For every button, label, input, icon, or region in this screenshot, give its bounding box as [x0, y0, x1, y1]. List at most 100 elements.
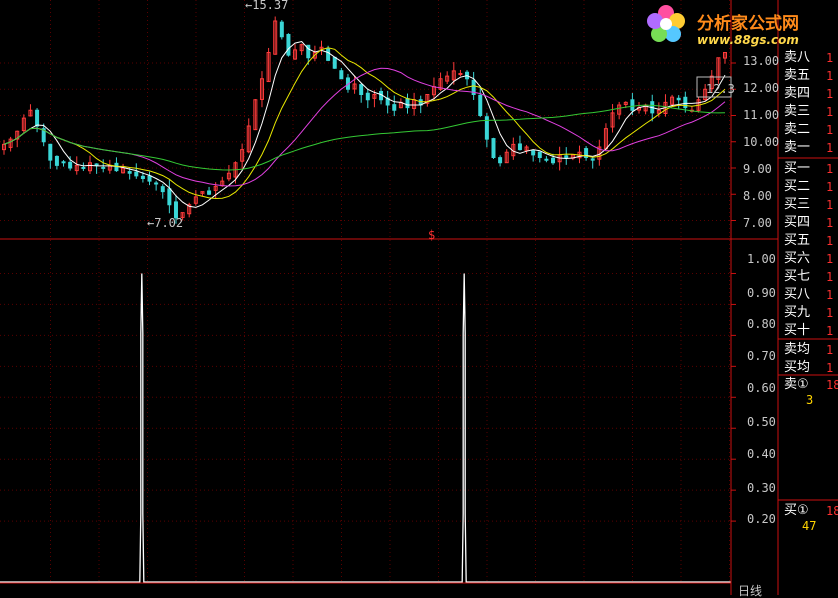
buy-level-6-label: 买六 [784, 251, 811, 266]
buy-level-9-value: 1 [826, 306, 834, 320]
y-tick-ind-080: 0.80 [747, 317, 776, 331]
y-tick-ind-030: 0.30 [747, 481, 776, 495]
candle-body [544, 158, 549, 161]
sell-level-3-label: 卖三 [784, 104, 811, 119]
y-tick-main-12: 12.00 [743, 81, 780, 95]
candle-body [537, 151, 542, 158]
period-label: 日线 [738, 584, 763, 598]
y-tick-ind-070: 0.70 [747, 349, 776, 363]
candle-body [48, 143, 53, 161]
candle-body [478, 94, 483, 116]
candle-body [207, 190, 212, 195]
moving-average-yellow-line [3, 47, 726, 200]
indicator-panel-grid [0, 240, 731, 583]
low-price-marker: ←7.02 [147, 216, 184, 230]
candle-body [405, 98, 410, 109]
indicator-signal-line [0, 273, 731, 583]
sell-level-4-label: 卖四 [784, 86, 811, 101]
candle-body [61, 161, 66, 164]
candle-body [140, 175, 145, 179]
candle-body [94, 163, 99, 166]
sell-level-3-value: 1 [826, 105, 834, 119]
y-tick-ind-040: 0.40 [747, 447, 776, 461]
moving-average-lines [3, 40, 726, 208]
candle-body [154, 182, 159, 185]
logo-url-text: www.88gs.com [697, 33, 799, 47]
y-tick-main-13: 13.00 [743, 54, 780, 68]
candle-body [101, 166, 106, 169]
y-tick-ind-060: 0.60 [747, 381, 776, 395]
candle-body [160, 186, 165, 193]
buy-level-1-value: 1 [826, 162, 834, 176]
candle-body [68, 161, 73, 169]
candlestick-series [2, 16, 727, 224]
candle-body [134, 171, 139, 177]
sell-level-8-value: 1 [826, 51, 834, 65]
buy-level-7-value: 1 [826, 270, 834, 284]
buy-level-7-label: 买七 [784, 269, 811, 284]
candle-body [81, 166, 86, 169]
buy-level-2-label: 买二 [784, 179, 811, 194]
y-tick-ind-100: 1.00 [747, 252, 776, 266]
high-price-marker: ←15.37 [245, 0, 289, 12]
buy-level-3-label: 买三 [784, 197, 811, 212]
buy-level-4-label: 买四 [784, 215, 811, 230]
low-price-value: 7.02 [154, 216, 184, 230]
y-tick-main-8: 8.00 [743, 189, 772, 203]
buy-level-3-value: 1 [826, 198, 834, 212]
buy-level-10-value: 1 [826, 324, 834, 338]
sell-total-sub: 3 [806, 393, 814, 407]
sell-total-label: 卖① [784, 377, 809, 392]
indicator-spike-line [0, 273, 731, 583]
candle-body [551, 157, 556, 164]
buy-total-label: 买① [784, 503, 809, 518]
buy-total-sub: 47 [802, 519, 817, 533]
candle-body [564, 155, 569, 159]
right-price-marker: 12.3 [706, 82, 735, 96]
buy-total-value: 18 [826, 504, 838, 518]
candle-body [676, 97, 681, 101]
logo-brand-text: 分析家公式网 [697, 14, 799, 34]
candle-body [365, 92, 370, 101]
buy-level-5-label: 买五 [784, 233, 811, 248]
y-tick-main-10: 10.00 [743, 135, 780, 149]
candle-body [147, 175, 152, 182]
sell-level-5-value: 1 [826, 69, 834, 83]
candle-body [339, 70, 344, 80]
sell-average-value: 1 [826, 343, 834, 357]
buy-level-8-value: 1 [826, 288, 834, 302]
candle-body [517, 143, 522, 151]
buy-level-6-value: 1 [826, 252, 834, 266]
buy-level-10-label: 买十 [784, 323, 811, 338]
candle-body [279, 21, 284, 38]
y-tick-ind-090: 0.90 [747, 286, 776, 300]
candle-body [332, 56, 337, 69]
buy-level-5-value: 1 [826, 234, 834, 248]
buy-level-2-value: 1 [826, 180, 834, 194]
sell-total-value: 18 [826, 378, 838, 392]
sell-level-2-value: 1 [826, 123, 834, 137]
buy-level-8-label: 买八 [784, 287, 811, 302]
sell-level-8-label: 卖八 [784, 50, 811, 65]
right-price-value: 12.3 [706, 82, 735, 96]
moving-average-white-line [3, 40, 726, 208]
sell-level-4-value: 1 [826, 87, 834, 101]
moving-average-green-line [3, 104, 726, 171]
candle-body [54, 155, 59, 166]
candle-body [392, 104, 397, 111]
high-price-value: 15.37 [252, 0, 289, 12]
y-tick-ind-050: 0.50 [747, 415, 776, 429]
sell-average-label: 卖均 [784, 342, 811, 357]
sell-level-5-label: 卖五 [784, 68, 811, 83]
y-tick-ind-020: 0.20 [747, 512, 776, 526]
buy-average-label: 买均 [784, 360, 811, 375]
y-tick-main-9: 9.00 [743, 162, 772, 176]
candle-body [359, 84, 364, 95]
buy-level-4-value: 1 [826, 216, 834, 230]
candle-body [630, 99, 635, 111]
sell-level-2-label: 卖二 [784, 122, 811, 137]
buy-average-value: 1 [826, 361, 834, 375]
divider-marker: $ [428, 228, 436, 242]
candle-body [35, 109, 40, 127]
sell-level-1-value: 1 [826, 141, 834, 155]
